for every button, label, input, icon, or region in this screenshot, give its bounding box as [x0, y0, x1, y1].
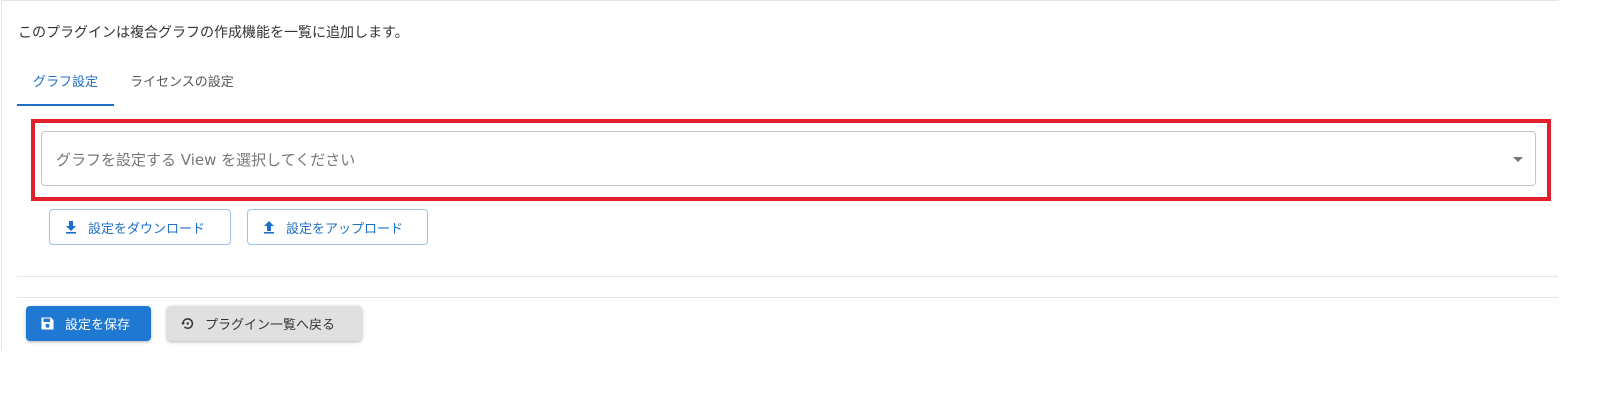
back-to-plugin-list-button[interactable]: プラグイン一覧へ戻る	[167, 306, 362, 341]
upload-settings-label: 設定をアップロード	[286, 221, 404, 237]
back-to-plugin-list-label: プラグイン一覧へ戻る	[205, 318, 336, 333]
save-settings-label: 設定を保存	[65, 318, 131, 333]
upload-icon	[264, 221, 274, 234]
history-icon	[181, 318, 194, 329]
chevron-down-icon	[1513, 157, 1523, 162]
settings-tabs: グラフ設定 ライセンスの設定	[17, 64, 250, 108]
download-settings-label: 設定をダウンロード	[88, 221, 206, 237]
view-select[interactable]: グラフを設定する View を選択してください	[41, 131, 1536, 186]
save-icon	[41, 317, 54, 330]
section-divider	[17, 276, 1558, 277]
download-settings-button[interactable]: 設定をダウンロード	[49, 209, 231, 245]
tab-graph-settings[interactable]: グラフ設定	[17, 64, 115, 106]
plugin-description: このプラグインは複合グラフの作成機能を一覧に追加します。	[18, 25, 409, 41]
view-select-placeholder: グラフを設定する View を選択してください	[56, 151, 356, 169]
download-icon	[66, 221, 76, 234]
upload-settings-button[interactable]: 設定をアップロード	[247, 209, 428, 245]
footer-divider	[17, 297, 1558, 298]
save-settings-button[interactable]: 設定を保存	[26, 306, 151, 341]
tab-license-settings[interactable]: ライセンスの設定	[114, 64, 250, 106]
